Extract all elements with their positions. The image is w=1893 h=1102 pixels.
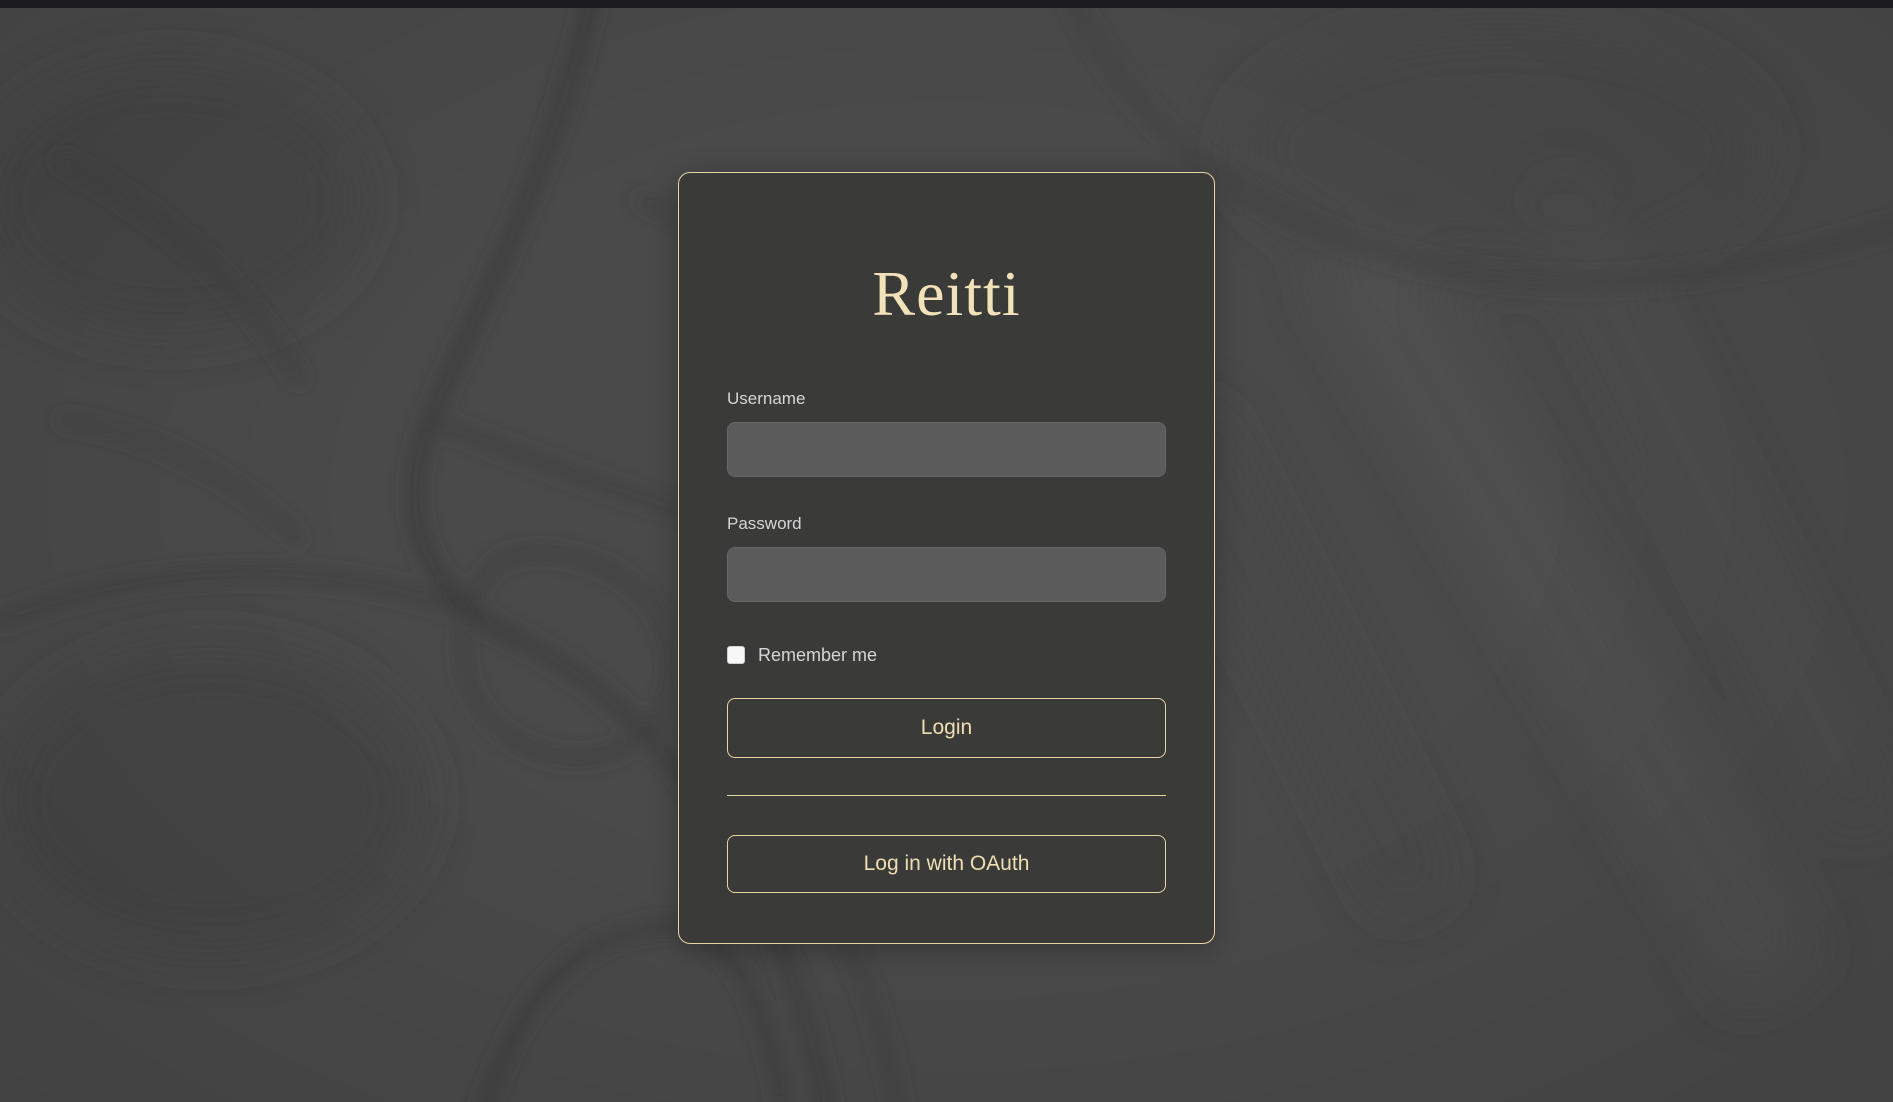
remember-me-checkbox[interactable] bbox=[727, 646, 745, 664]
oauth-login-button[interactable]: Log in with OAuth bbox=[727, 835, 1166, 893]
username-label: Username bbox=[727, 389, 1166, 409]
page-viewport: Reitti Username Password Remember me Log… bbox=[0, 0, 1893, 1102]
remember-me-label: Remember me bbox=[758, 645, 877, 666]
login-button[interactable]: Login bbox=[727, 698, 1166, 758]
remember-me-row: Remember me bbox=[727, 644, 1166, 666]
username-input[interactable] bbox=[727, 422, 1166, 477]
login-card: Reitti Username Password Remember me Log… bbox=[678, 172, 1215, 944]
password-input[interactable] bbox=[727, 547, 1166, 602]
password-label: Password bbox=[727, 514, 1166, 534]
top-bar bbox=[0, 0, 1893, 8]
divider bbox=[727, 795, 1166, 796]
app-title: Reitti bbox=[727, 261, 1166, 327]
